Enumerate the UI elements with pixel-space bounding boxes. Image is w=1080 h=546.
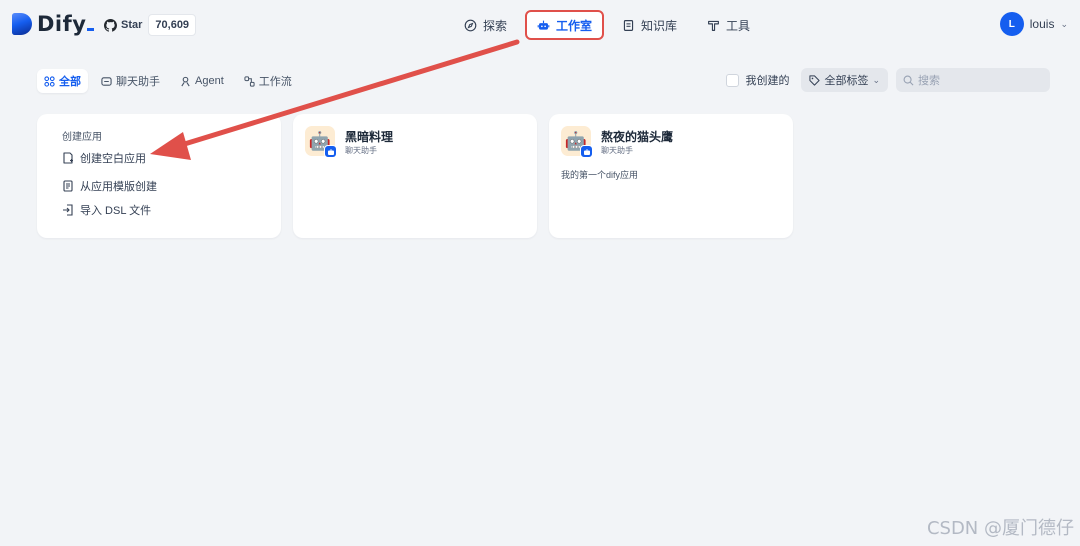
tab-agent[interactable]: Agent [173,69,231,93]
dify-logo[interactable]: Dify [12,12,95,36]
nav-knowledge-label: 知识库 [641,18,678,33]
nav-knowledge[interactable]: 知识库 [610,10,689,40]
chat-icon [101,76,112,86]
github-star-count[interactable]: 70,609 [148,14,197,36]
hammer-icon [708,20,719,31]
filter-controls: 我创建的 全部标签 ⌄ 搜索 [726,68,1050,92]
top-header: Dify Star 70,609 探索 工作室 知识库 工具 L louis ⌄ [0,0,1080,50]
file-plus-icon [63,152,73,164]
avatar: L [999,12,1024,36]
tag-filter-label: 全部标签 [824,75,869,87]
tag-icon [809,74,821,86]
grid-icon [44,75,55,87]
app-card[interactable]: 🤖 黑暗料理 聊天助手 [293,114,537,238]
user-menu[interactable]: L louis ⌄ [999,12,1068,36]
user-name: louis [1029,17,1055,31]
chevron-down-icon: ⌄ [1060,18,1068,29]
dify-logo-mark [12,13,32,35]
robot-icon [583,148,590,155]
tab-all-label: 全部 [59,76,81,88]
tab-all[interactable]: 全部 [37,69,88,93]
watermark: CSDN @厦门德仔 [926,518,1074,539]
app-type: 聊天助手 [601,146,633,155]
chat-type-badge [324,145,337,158]
create-app-card: 创建应用 创建空白应用 从应用模版创建 导入 DSL 文件 [37,114,281,238]
created-by-me-filter[interactable]: 我创建的 [726,72,789,88]
nav-explore-label: 探索 [483,18,508,33]
book-icon [623,19,634,31]
import-dsl-button[interactable]: 导入 DSL 文件 [62,202,151,218]
compass-icon [464,19,477,31]
chevron-down-icon: ⌄ [872,74,880,85]
nav-tools-label: 工具 [726,18,751,33]
main-nav: 探索 工作室 知识库 工具 [452,10,762,40]
nav-studio-label: 工作室 [556,18,593,33]
chat-type-badge [580,145,593,158]
nav-studio[interactable]: 工作室 [525,10,605,40]
tab-workflow-label: 工作流 [258,76,292,88]
robot-icon [327,148,334,155]
tab-workflow[interactable]: 工作流 [237,69,299,93]
import-icon [63,204,73,216]
create-blank-app-label: 创建空白应用 [80,153,146,165]
agent-icon [181,76,190,86]
template-icon [63,180,73,192]
tab-chat-assistant-label: 聊天助手 [116,76,160,88]
app-card[interactable]: 🤖 熬夜的猫头鹰 聊天助手 我的第一个dify应用 [549,114,793,238]
nav-explore[interactable]: 探索 [452,10,519,40]
tag-filter-dropdown[interactable]: 全部标签 ⌄ [801,68,888,92]
brand-name: Dify [37,12,87,36]
app-name: 黑暗料理 [345,130,394,144]
github-star-button[interactable]: Star [100,14,148,36]
create-from-template-button[interactable]: 从应用模版创建 [62,178,157,194]
create-app-title: 创建应用 [62,132,102,143]
workflow-icon [244,75,255,87]
create-from-template-label: 从应用模版创建 [80,181,157,193]
robot-icon [537,20,550,30]
nav-tools[interactable]: 工具 [695,10,762,40]
created-by-me-checkbox[interactable] [726,73,740,87]
tab-chat-assistant[interactable]: 聊天助手 [94,69,167,93]
created-by-me-label: 我创建的 [745,75,790,87]
app-name: 熬夜的猫头鹰 [601,130,674,144]
import-dsl-label: 导入 DSL 文件 [80,205,152,217]
tab-agent-label: Agent [195,75,224,87]
search-icon [903,75,914,85]
github-icon [104,18,117,32]
app-type-tabs: 全部 聊天助手 Agent 工作流 [37,69,299,93]
github-star-widget[interactable]: Star 70,609 [100,14,197,36]
github-star-label: Star [121,19,143,31]
search-input[interactable]: 搜索 [896,68,1050,92]
search-placeholder: 搜索 [918,75,940,87]
app-type: 聊天助手 [345,146,377,155]
create-blank-app-button[interactable]: 创建空白应用 [62,150,146,166]
app-description: 我的第一个dify应用 [561,170,639,180]
